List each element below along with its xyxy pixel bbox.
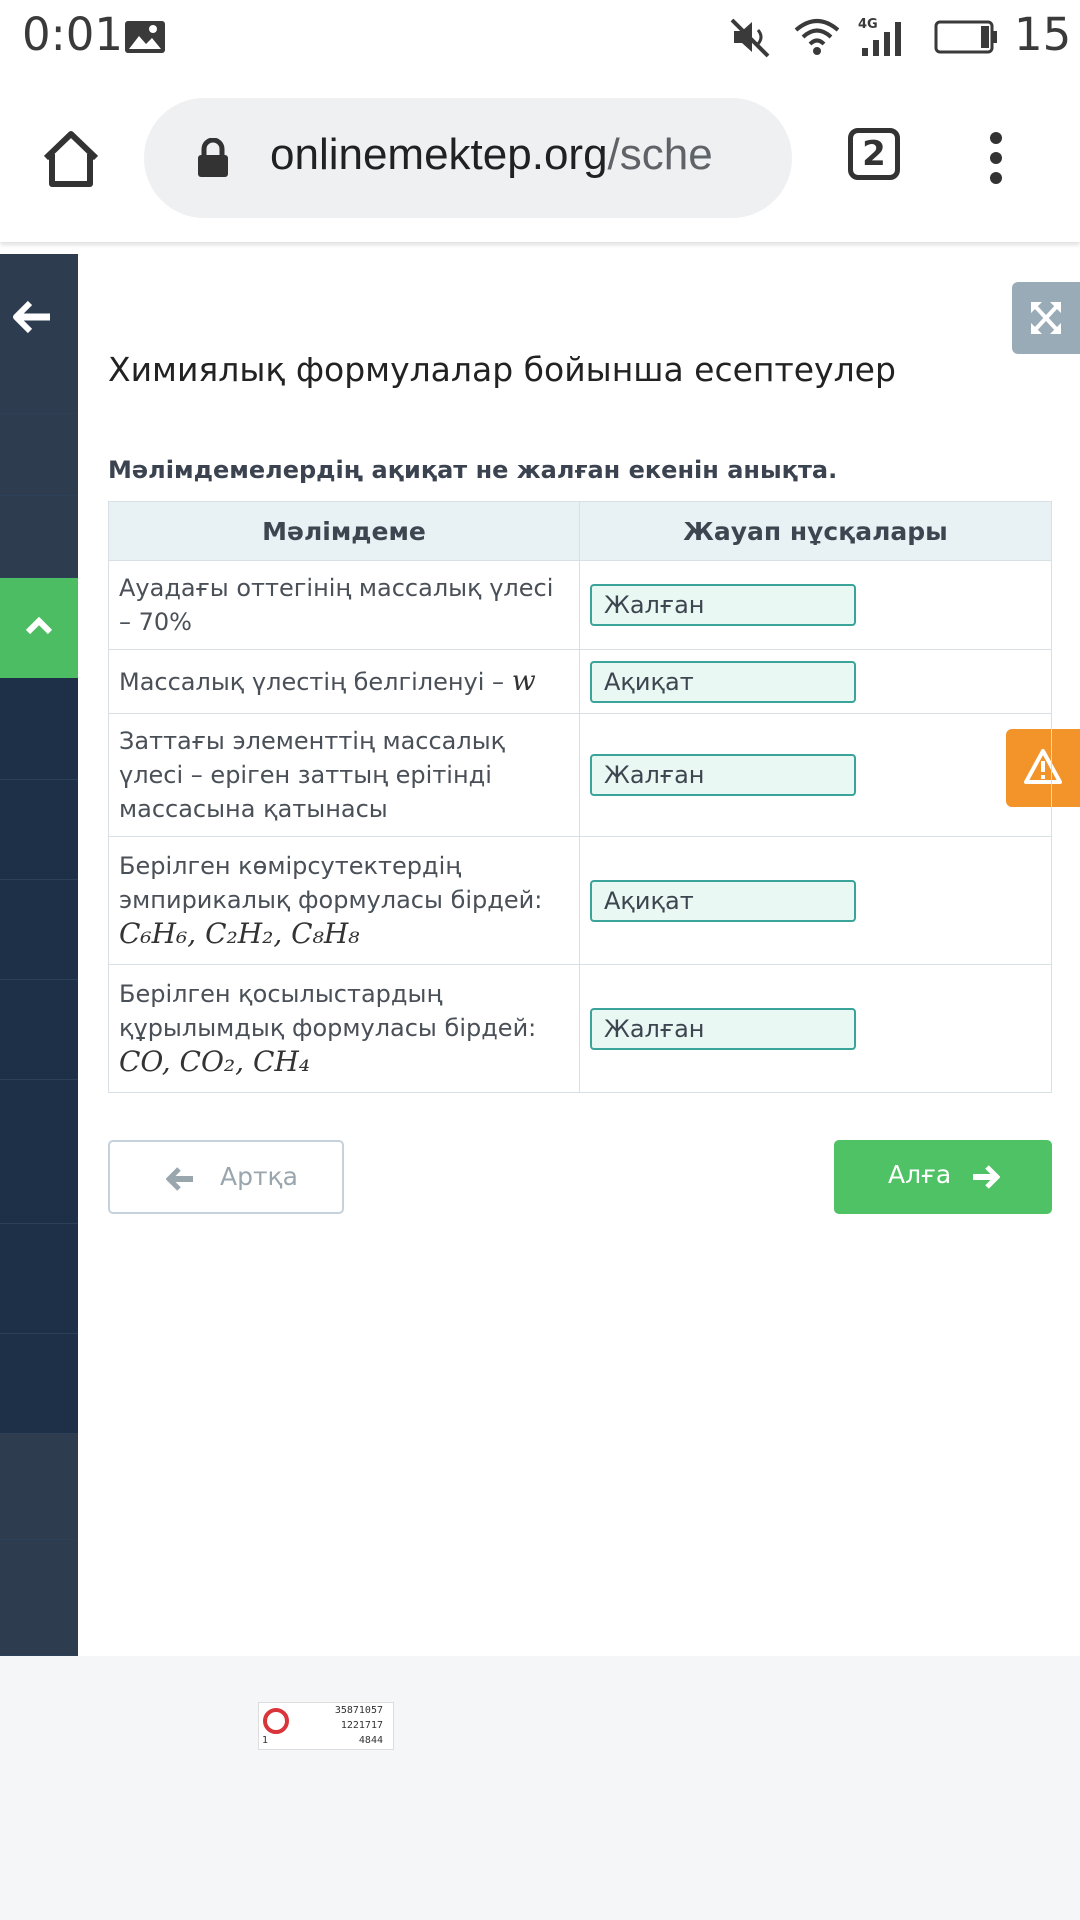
statement-cell: Массалық үлестің белгіленуі – w [108,649,580,714]
task-instruction: Мәлімдемелердің ақиқат не жалған екенін … [108,456,838,484]
statement-cell: Заттағы элементтің массалық үлесі – еріг… [108,713,580,837]
fullscreen-button[interactable] [1012,282,1080,354]
answer-cell: Ақиқат [579,836,1052,965]
sidebar-segment [0,1224,78,1334]
statement-text: Заттағы элементтің массалық үлесі – еріг… [119,727,506,823]
sidebar-segment [0,1434,78,1540]
stamp-line: 35871057 [334,1705,383,1716]
sidebar-segment [0,1540,78,1656]
answer-dropdown[interactable]: Жалған [590,584,856,626]
watermark-stamp: 35871057 1221717 4844 1 [258,1702,394,1750]
statement-text: Ауадағы оттегінің массалық үлесі – 70% [119,574,554,636]
mute-icon [730,18,770,58]
url-path: /sche [607,130,713,179]
status-bar: 0:01 4G 15 [0,0,1080,76]
arrow-left-icon[interactable] [12,300,52,334]
statement-formula: CO, CO₂, CH₄ [119,1045,311,1078]
page-title: Химиялық формулалар бойынша есептеулер [108,350,896,389]
address-bar[interactable]: onlinemektep.org/sche [144,98,792,218]
network-type-label: 4G [858,17,878,32]
home-icon[interactable] [40,128,102,190]
table-header-row: Мәлімдеме Жауап нұсқалары [108,501,1052,561]
stamp-line: 1221717 [340,1720,383,1731]
answer-dropdown[interactable]: Жалған [590,754,856,796]
sidebar-collapse-button[interactable] [0,578,78,678]
url-domain: onlinemektep.org [270,130,608,179]
wifi-icon [794,19,840,55]
sidebar-segment [0,1080,78,1224]
chevron-up-icon [25,616,53,635]
more-menu-icon[interactable] [984,130,1008,186]
sidebar-segment [0,496,78,578]
expand-icon [1031,302,1061,334]
answer-dropdown[interactable]: Жалған [590,1007,856,1050]
sidebar-segment [0,414,78,496]
sidebar-segment [0,678,78,780]
table-row: Массалық үлестің белгіленуі – w Ақиқат [108,649,1052,714]
sidebar-segment [0,880,78,980]
table-row: Берілген көмірсутектердің эмпирикалық фо… [108,836,1052,965]
stamp-line: 4844 [358,1735,383,1746]
lock-icon [198,138,228,177]
answer-dropdown[interactable]: Ақиқат [590,660,856,703]
sidebar [0,254,78,1656]
column-header-statement: Мәлімдеме [108,501,580,561]
tab-switcher-button[interactable]: 2 [848,128,900,180]
back-button-label: Артқа [220,1162,298,1191]
statement-cell: Берілген қосылыстардың құрылымдық формул… [108,964,580,1093]
answer-dropdown[interactable]: Ақиқат [590,879,856,922]
cell-signal-icon: 4G [858,17,901,56]
column-header-answers: Жауап нұсқалары [579,501,1052,561]
status-time: 0:01 [22,8,124,61]
statement-text: Берілген қосылыстардың құрылымдық формул… [119,980,537,1042]
battery-icon [934,20,997,54]
sidebar-back-segment[interactable] [0,254,78,414]
circle-mark-icon [263,1708,289,1734]
next-button[interactable]: Алға [834,1140,1052,1214]
browser-toolbar: onlinemektep.org/sche 2 [0,76,1080,242]
answer-cell: Ақиқат [579,649,1052,714]
table-row: Берілген қосылыстардың құрылымдық формул… [108,964,1052,1093]
statements-table: Мәлімдеме Жауап нұсқалары Ауадағы оттегі… [108,501,1052,1093]
sidebar-segment [0,1334,78,1434]
answer-cell: Жалған [579,560,1052,650]
statement-text: Массалық үлестің белгіленуі – [119,668,505,696]
next-button-label: Алға [888,1160,952,1189]
arrow-right-icon [973,1165,1000,1189]
table-row: Ауадағы оттегінің массалық үлесі – 70% Ж… [108,560,1052,650]
statement-text: Берілген көмірсутектердің эмпирикалық фо… [119,852,543,914]
image-notification-icon [125,21,165,53]
battery-percent: 15 [1014,8,1072,61]
page-content: Химиялық формулалар бойынша есептеулер М… [0,242,1080,1656]
url-text[interactable]: onlinemektep.org/sche [270,130,713,180]
statement-cell: Берілген көмірсутектердің эмпирикалық фо… [108,836,580,965]
sidebar-segment [0,980,78,1080]
statement-cell: Ауадағы оттегінің массалық үлесі – 70% [108,560,580,650]
answer-cell: Жалған [579,964,1052,1093]
arrow-left-icon [166,1167,193,1191]
table-row: Заттағы элементтің массалық үлесі – еріг… [108,713,1052,837]
back-button[interactable]: Артқа [108,1140,344,1214]
statement-formula: C₆H₆, C₂H₂, C₈H₈ [119,917,360,950]
stamp-corner: 1 [262,1735,269,1746]
answer-cell: Жалған [579,713,1052,837]
statement-formula: w [511,664,536,697]
sidebar-segment [0,780,78,880]
